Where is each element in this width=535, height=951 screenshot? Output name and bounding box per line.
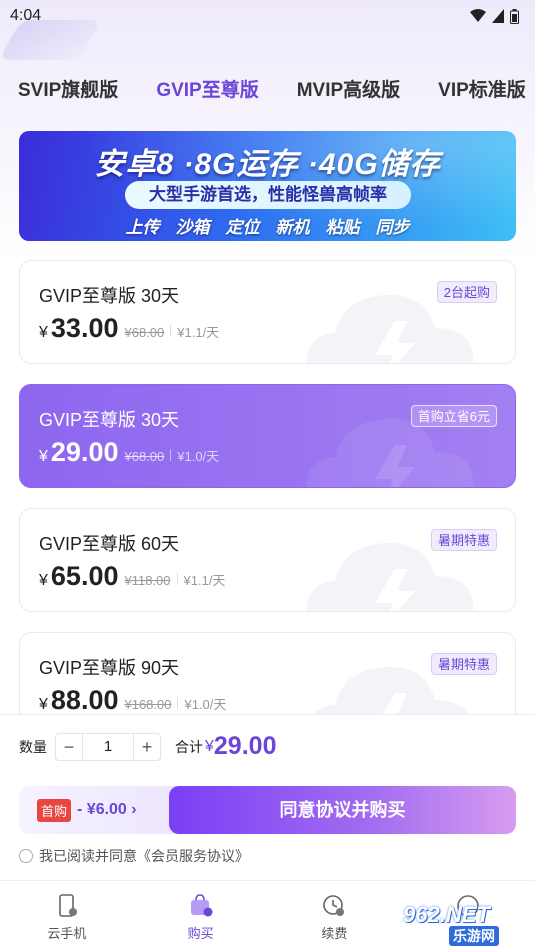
plan-price: 29.00 bbox=[50, 437, 119, 467]
nav-item-buy[interactable]: 购买 bbox=[134, 881, 268, 951]
watermark-text: 962.NET bbox=[403, 902, 490, 927]
battery-icon bbox=[510, 8, 519, 24]
original-price: ¥68.00 bbox=[124, 449, 165, 464]
nav-item-renew[interactable]: 续费 bbox=[268, 881, 402, 951]
plan-card[interactable]: GVIP至尊版 30天 2台起购 ¥ 33.00 ¥68.00 ¥1.1/天 bbox=[19, 260, 516, 364]
divider bbox=[170, 325, 172, 337]
nav-label: 云手机 bbox=[47, 926, 87, 941]
watermark-subtext: 乐游网 bbox=[449, 926, 499, 946]
feature-sync: 同步 bbox=[375, 218, 410, 237]
wifi-icon bbox=[470, 9, 486, 22]
divider bbox=[170, 449, 172, 461]
price-row: ¥ 33.00 ¥68.00 ¥1.1/天 bbox=[39, 313, 219, 344]
original-price: ¥68.00 bbox=[124, 325, 165, 340]
price-per-day: ¥1.0/天 bbox=[177, 449, 220, 464]
nav-label: 续费 bbox=[321, 926, 348, 941]
increment-button[interactable]: + bbox=[134, 734, 160, 760]
discount-detail[interactable]: 首购 - ¥6.00 › bbox=[19, 786, 179, 834]
original-price: ¥168.00 bbox=[124, 697, 172, 712]
feature-upload: 上传 bbox=[125, 218, 160, 237]
decrement-button[interactable]: − bbox=[56, 734, 82, 760]
plan-card-selected[interactable]: GVIP至尊版 30天 首购立省6元 ¥ 29.00 ¥68.00 ¥1.0/天 bbox=[19, 384, 516, 488]
quantity-label: 数量 bbox=[19, 738, 47, 755]
price-per-day: ¥1.1/天 bbox=[177, 325, 220, 340]
tab-mvip[interactable]: MVIP高级版 bbox=[297, 75, 400, 102]
total-label: 合计 bbox=[175, 738, 203, 755]
quantity-input[interactable]: 1 bbox=[82, 733, 134, 760]
feature-paste: 粘贴 bbox=[325, 218, 360, 237]
plan-name: GVIP至尊版 60天 bbox=[39, 534, 180, 554]
original-price: ¥118.00 bbox=[124, 573, 171, 588]
tab-gvip[interactable]: GVIP至尊版 bbox=[156, 75, 258, 102]
currency-symbol: ¥ bbox=[39, 448, 48, 465]
signal-icon bbox=[492, 9, 504, 23]
price-per-day: ¥1.1/天 bbox=[183, 573, 226, 588]
total-amount: 29.00 bbox=[213, 732, 277, 760]
banner-title: 安卓8 ·8G运存 ·40G储存 bbox=[94, 148, 441, 181]
quantity-row: 数量 − 1 + 合计 ¥ 29.00 bbox=[19, 732, 276, 761]
price-row: ¥ 29.00 ¥68.00 ¥1.0/天 bbox=[39, 437, 219, 468]
price-per-day: ¥1.0/天 bbox=[184, 697, 227, 712]
buy-bar: 首购 - ¥6.00 › 同意协议并购买 bbox=[19, 786, 516, 834]
plan-name: GVIP至尊版 90天 bbox=[39, 658, 180, 678]
feature-location: 定位 bbox=[225, 218, 260, 237]
nav-label: 购买 bbox=[187, 926, 214, 941]
feature-new-device: 新机 bbox=[275, 218, 310, 237]
phone-icon bbox=[59, 894, 77, 917]
tab-vip[interactable]: VIP标准版 bbox=[438, 75, 526, 102]
total-currency: ¥ bbox=[205, 737, 214, 755]
shop-bag-icon bbox=[190, 894, 213, 917]
plan-price: 65.00 bbox=[50, 561, 119, 591]
agreement-text[interactable]: 我已阅读并同意《会员服务协议》 bbox=[39, 846, 249, 866]
plan-card[interactable]: GVIP至尊版 60天 暑期特惠 ¥ 65.00 ¥118.00 ¥1.1/天 bbox=[19, 508, 516, 612]
status-bar: 4:04 bbox=[0, 0, 535, 32]
plan-badge: 首购立省6元 bbox=[410, 405, 497, 427]
agreement-radio[interactable] bbox=[19, 849, 33, 863]
currency-symbol: ¥ bbox=[39, 324, 48, 341]
currency-symbol: ¥ bbox=[39, 572, 48, 589]
feature-sandbox: 沙箱 bbox=[175, 218, 210, 237]
promo-banner[interactable]: 安卓8 ·8G运存 ·40G储存 大型手游首选，性能怪兽高帧率 上传 沙箱 定位… bbox=[19, 131, 516, 241]
quantity-stepper: − 1 + bbox=[55, 732, 161, 761]
banner-features: 上传 沙箱 定位 新机 粘贴 同步 bbox=[19, 213, 516, 238]
price-row: ¥ 88.00 ¥168.00 ¥1.0/天 bbox=[39, 685, 226, 716]
agree-and-buy-button[interactable]: 同意协议并购买 bbox=[169, 786, 516, 834]
tab-svip[interactable]: SVIP旗舰版 bbox=[18, 75, 118, 102]
status-time: 4:04 bbox=[10, 7, 42, 24]
plan-tabs: SVIP旗舰版 GVIP至尊版 MVIP高级版 VIP标准版 bbox=[0, 72, 535, 104]
plan-badge: 暑期特惠 bbox=[430, 529, 497, 551]
plan-price: 33.00 bbox=[50, 313, 119, 343]
currency-symbol: ¥ bbox=[39, 696, 48, 713]
nav-item-cloud-phone[interactable]: 云手机 bbox=[0, 881, 134, 951]
divider bbox=[177, 697, 179, 709]
banner-subtitle: 大型手游首选，性能怪兽高帧率 bbox=[125, 181, 411, 209]
plan-name: GVIP至尊版 30天 bbox=[39, 286, 180, 306]
agreement-row[interactable]: 我已阅读并同意《会员服务协议》 bbox=[19, 846, 249, 866]
plan-name: GVIP至尊版 30天 bbox=[39, 410, 180, 430]
site-watermark: 962.NET 乐游网 bbox=[395, 896, 529, 946]
plan-badge: 2台起购 bbox=[436, 281, 497, 303]
first-purchase-tag: 首购 bbox=[37, 798, 72, 822]
renew-clock-icon bbox=[323, 895, 345, 916]
discount-amount: - ¥6.00 › bbox=[77, 801, 137, 818]
plan-price: 88.00 bbox=[50, 685, 119, 715]
price-row: ¥ 65.00 ¥118.00 ¥1.1/天 bbox=[39, 561, 225, 592]
divider bbox=[176, 573, 178, 585]
plan-badge: 暑期特惠 bbox=[430, 653, 497, 675]
